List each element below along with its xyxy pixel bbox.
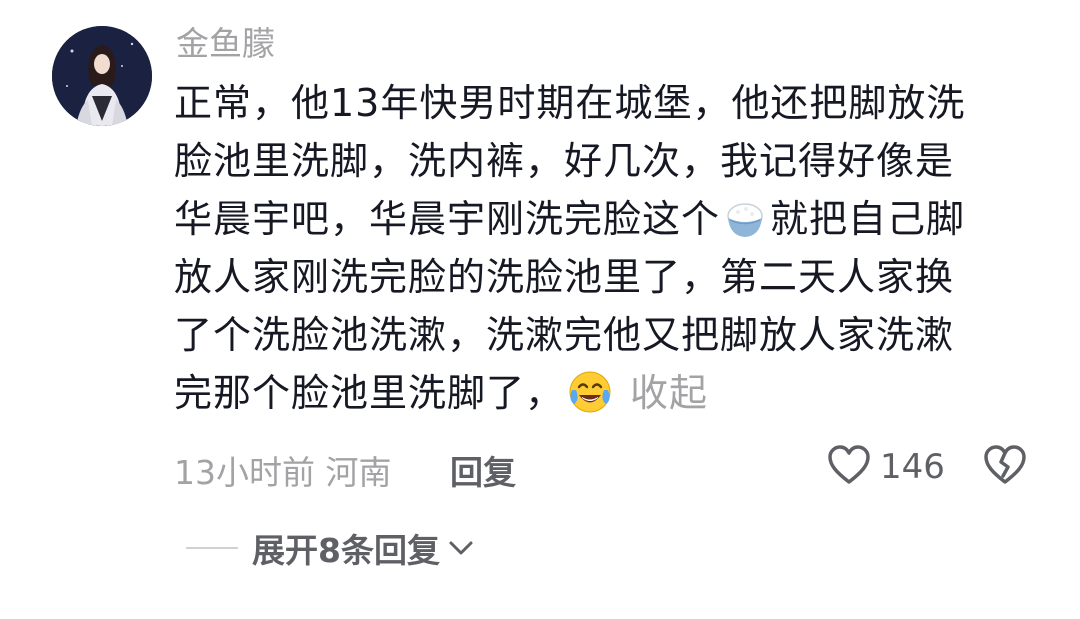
- comment-line: 华晨宇吧，华晨宇刚洗完脸这个 就把自己脚: [174, 190, 1034, 248]
- comment-item: 金鱼朦 正常，他13年快男时期在城堡，他还把脚放洗 脸池里洗脚，洗内裤，好几次，…: [0, 0, 1080, 619]
- heart-outline-icon: [826, 444, 872, 490]
- expand-replies: 展开8条回复: [186, 526, 476, 570]
- reply-button[interactable]: 回复: [450, 446, 516, 494]
- comment-line: 放人家刚洗完脸的洗脸池里了，第二天人家换: [174, 255, 955, 299]
- comment-line: 了个洗脸池洗漱，洗漱完他又把脚放人家洗漱: [174, 313, 955, 357]
- expand-replies-button[interactable]: 展开8条回复: [252, 524, 476, 572]
- like-count: 146: [880, 447, 945, 487]
- comment-meta: 13小时前 河南 回复 146: [174, 442, 1034, 492]
- comment-line-part: 华晨宇吧，华晨宇刚洗完脸这个: [174, 197, 721, 241]
- expand-replies-label: 展开8条回复: [252, 531, 440, 570]
- broken-heart-icon: [982, 445, 1028, 490]
- divider: [186, 547, 238, 549]
- like-button[interactable]: 146: [826, 442, 945, 492]
- comment-line: 脸池里洗脚，洗内裤，好几次，我记得好像是: [174, 139, 955, 183]
- chevron-down-icon: [440, 529, 476, 568]
- comment-text: 正常，他13年快男时期在城堡，他还把脚放洗 脸池里洗脚，洗内裤，好几次，我记得好…: [174, 74, 1034, 422]
- collapse-button[interactable]: 收起: [630, 371, 708, 415]
- comment-line-part: 完那个脸池里洗脚了，: [174, 371, 565, 415]
- timestamp-location: 13小时前 河南: [174, 453, 392, 492]
- avatar[interactable]: [52, 26, 152, 126]
- comment-line-part: 就把自己脚: [770, 197, 966, 241]
- tears-of-joy-emoji: [566, 368, 614, 432]
- avatar-image: [52, 26, 152, 126]
- comment-line: 正常，他13年快男时期在城堡，他还把脚放洗: [174, 81, 966, 125]
- username[interactable]: 金鱼朦: [176, 22, 275, 66]
- comment-line: 完那个脸池里洗脚了， 收起: [174, 364, 1034, 422]
- dislike-button[interactable]: [982, 444, 1028, 490]
